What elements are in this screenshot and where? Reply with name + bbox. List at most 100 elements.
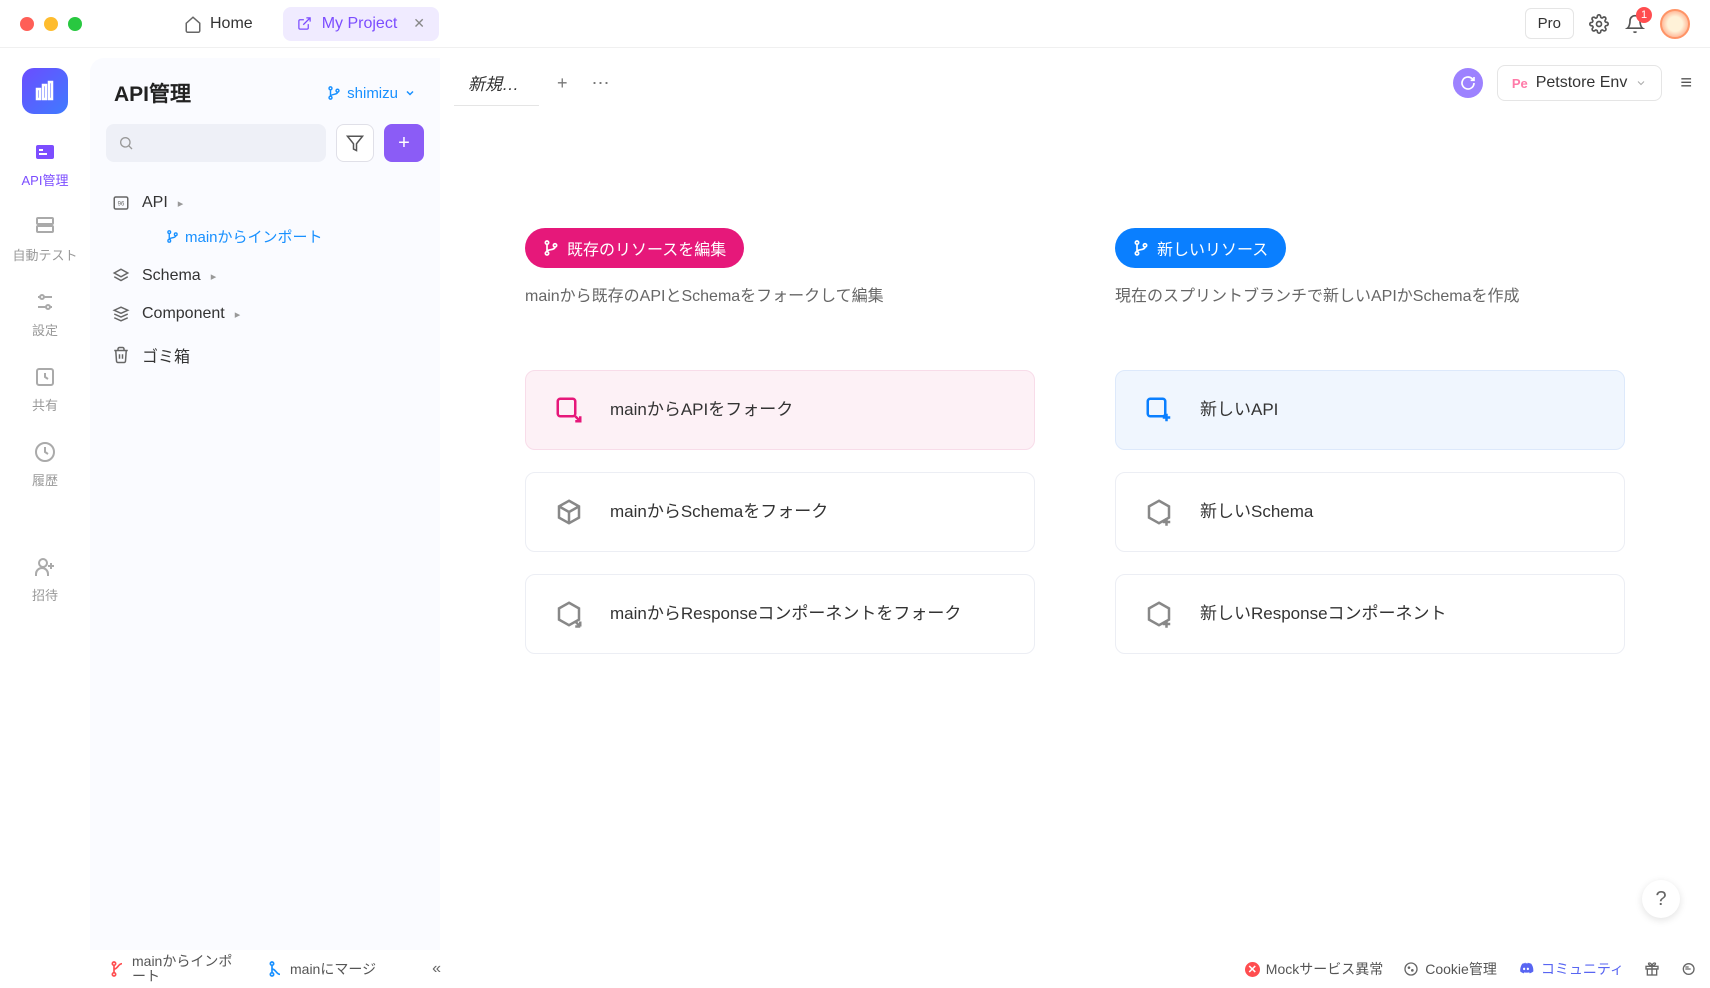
footer-cookie-label: Cookie管理 [1425, 959, 1497, 979]
external-link-icon [297, 16, 312, 31]
card-fork-api[interactable]: mainからAPIをフォーク [525, 370, 1035, 450]
branch-merge-icon [110, 961, 126, 977]
footer-community[interactable]: コミュニティ [1517, 959, 1624, 979]
rail-share[interactable]: 共有 [32, 365, 58, 414]
pro-button[interactable]: Pro [1525, 8, 1574, 39]
tab-more-button[interactable]: ⋯ [586, 67, 616, 100]
card-label: 新しいSchema [1200, 499, 1313, 525]
maximize-window-button[interactable] [68, 17, 82, 31]
card-new-api[interactable]: 新しいAPI [1115, 370, 1625, 450]
search-icon [118, 135, 134, 151]
api-mgmt-icon [33, 140, 57, 164]
fork-schema-icon [552, 495, 586, 529]
pill-label: 新しいリソース [1157, 236, 1268, 260]
project-tab-label: My Project [322, 15, 398, 33]
svg-text:96: 96 [118, 201, 125, 207]
branch-icon [327, 86, 341, 100]
refresh-icon [1460, 75, 1476, 91]
card-fork-schema[interactable]: mainからSchemaをフォーク [525, 472, 1035, 552]
home-tab[interactable]: Home [172, 9, 265, 39]
add-button[interactable]: + [384, 124, 424, 162]
footer-cookie[interactable]: Cookie管理 [1403, 959, 1497, 979]
invite-icon [33, 555, 57, 579]
footer-merge-label: mainにマージ [290, 959, 376, 979]
notif-badge: 1 [1636, 7, 1652, 23]
minimize-window-button[interactable] [44, 17, 58, 31]
branch-icon [543, 240, 559, 256]
auto-test-icon [33, 215, 57, 239]
user-avatar[interactable] [1660, 9, 1690, 39]
card-label: 新しいResponseコンポーネント [1200, 601, 1447, 627]
footer-import-label: mainからインポート [132, 954, 242, 985]
chat-icon [1680, 961, 1696, 977]
close-window-button[interactable] [20, 17, 34, 31]
app-logo[interactable] [22, 68, 68, 114]
new-resource-panel: 新しいリソース 現在のスプリントブランチで新しいAPIかSchemaを作成 新し… [1115, 228, 1625, 950]
rail-settings-label: 設定 [32, 320, 58, 339]
tree-import-label: mainからインポート [185, 226, 323, 247]
titlebar: Home My Project ✕ Pro 1 [0, 0, 1710, 48]
settings-icon[interactable] [1588, 13, 1610, 35]
tab-add-button[interactable]: + [551, 67, 574, 100]
rail-invite[interactable]: 招待 [32, 555, 58, 604]
settings-rail-icon [33, 290, 57, 314]
discord-icon [1517, 960, 1535, 978]
footer-import-main[interactable]: mainからインポート [110, 954, 242, 985]
footer-gift[interactable] [1644, 961, 1660, 977]
rail-history[interactable]: 履歴 [32, 440, 58, 489]
branch-icon [166, 230, 179, 243]
footer-merge-main[interactable]: mainにマージ [268, 959, 376, 979]
rail-api-mgmt[interactable]: API管理 [22, 140, 69, 189]
notifications-icon[interactable]: 1 [1624, 13, 1646, 35]
rail-settings[interactable]: 設定 [32, 290, 58, 339]
collapse-sidebar-button[interactable]: « [432, 960, 441, 978]
new-response-icon [1142, 597, 1176, 631]
footer-community-label: コミュニティ [1541, 959, 1624, 979]
card-new-response[interactable]: 新しいResponseコンポーネント [1115, 574, 1625, 654]
tab-new[interactable]: 新規… [454, 60, 539, 106]
api-folder-icon: 96 [112, 194, 132, 212]
main-area: 新規… + ⋯ Pe Petstore Env ≡ 既存のリソース [440, 58, 1710, 950]
tree-schema[interactable]: Schema ▸ [106, 257, 424, 295]
menu-button[interactable]: ≡ [1676, 68, 1696, 99]
help-button[interactable]: ? [1642, 880, 1680, 918]
env-name: Petstore Env [1536, 74, 1628, 92]
sidebar: API管理 shimizu + 96 API ▸ [90, 58, 440, 950]
card-label: mainからResponseコンポーネントをフォーク [610, 601, 961, 627]
rail-share-label: 共有 [32, 395, 58, 414]
fork-api-icon [552, 393, 586, 427]
rail-api-mgmt-label: API管理 [22, 170, 69, 189]
fork-response-icon [552, 597, 586, 631]
new-api-icon [1142, 393, 1176, 427]
chevron-right-icon: ▸ [235, 308, 241, 321]
close-tab-icon[interactable]: ✕ [413, 15, 425, 32]
search-input[interactable] [106, 124, 326, 162]
sidebar-tree: 96 API ▸ mainからインポート Schema ▸ Comp [90, 176, 440, 385]
nav-rail: API管理 自動テスト 設定 共有 履歴 [0, 48, 90, 950]
environment-selector[interactable]: Pe Petstore Env [1497, 65, 1663, 101]
panel-desc: mainから既存のAPIとSchemaをフォークして編集 [525, 284, 1035, 310]
rail-invite-label: 招待 [32, 585, 58, 604]
footer-mock-label: Mockサービス異常 [1266, 959, 1383, 979]
history-icon [33, 440, 57, 464]
refresh-button[interactable] [1453, 68, 1483, 98]
gift-icon [1644, 961, 1660, 977]
tree-api[interactable]: 96 API ▸ [106, 184, 424, 222]
schema-icon [112, 267, 132, 285]
home-label: Home [210, 15, 253, 33]
panel-desc: 現在のスプリントブランチで新しいAPIかSchemaを作成 [1115, 284, 1625, 310]
branch-selector[interactable]: shimizu [327, 85, 416, 102]
tree-trash[interactable]: ゴミ箱 [106, 333, 424, 377]
filter-button[interactable] [336, 124, 374, 162]
env-badge: Pe [1512, 76, 1528, 91]
pill-label: 既存のリソースを編集 [567, 236, 726, 260]
card-fork-response[interactable]: mainからResponseコンポーネントをフォーク [525, 574, 1035, 654]
edit-existing-panel: 既存のリソースを編集 mainから既存のAPIとSchemaをフォークして編集 … [525, 228, 1035, 950]
rail-auto-test[interactable]: 自動テスト [12, 215, 77, 264]
tree-component[interactable]: Component ▸ [106, 295, 424, 333]
tree-import-main[interactable]: mainからインポート [106, 222, 424, 257]
footer-chat[interactable] [1680, 961, 1696, 977]
footer-mock-error[interactable]: ✕ Mockサービス異常 [1245, 959, 1383, 979]
project-tab[interactable]: My Project ✕ [283, 7, 439, 41]
card-new-schema[interactable]: 新しいSchema [1115, 472, 1625, 552]
